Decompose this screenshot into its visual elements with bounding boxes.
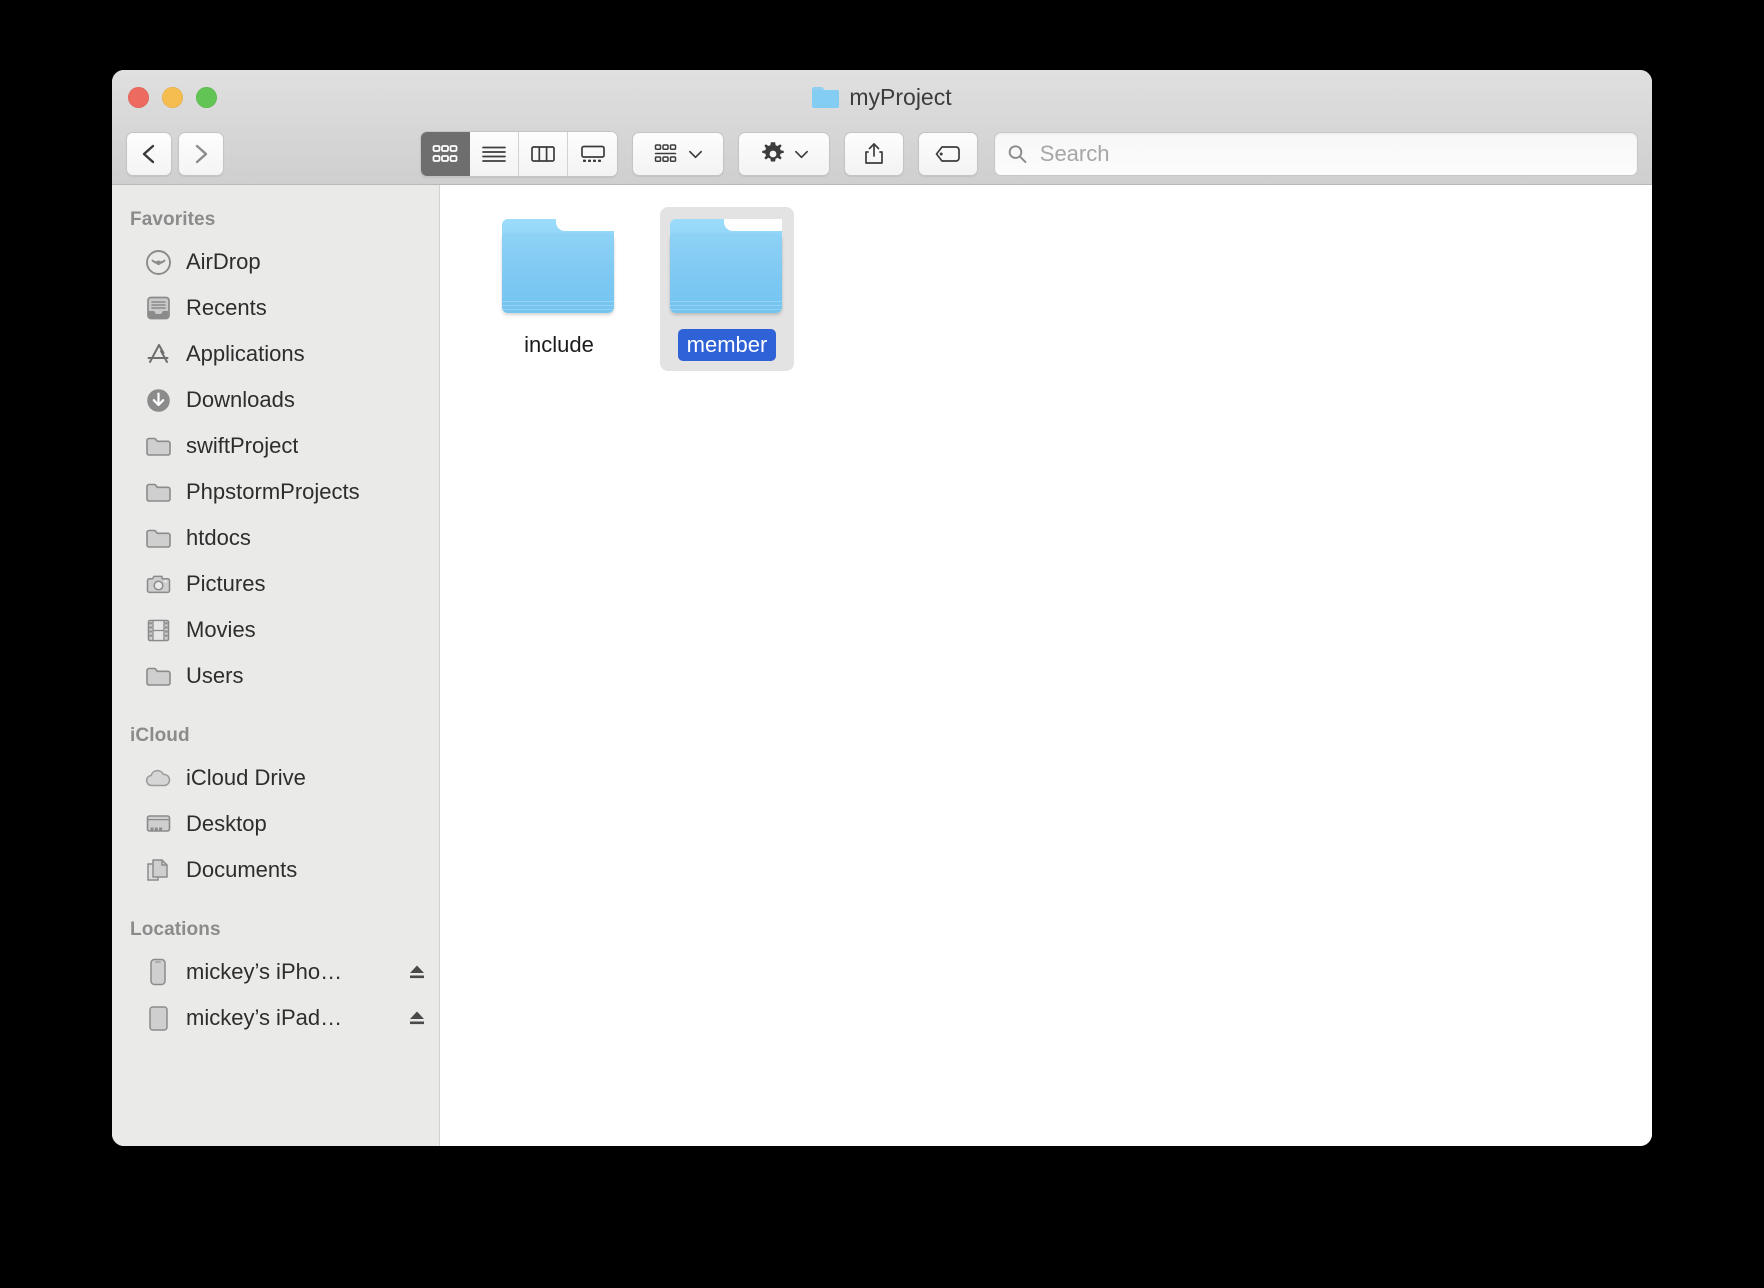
list-view-button[interactable] xyxy=(470,132,519,176)
sidebar-item-htdocs[interactable]: htdocs xyxy=(112,515,439,561)
folder-icon xyxy=(144,432,172,460)
window-body: Favorites AirDrop Recents Applications D… xyxy=(112,185,1652,1146)
folder-icon xyxy=(812,86,840,108)
share-button[interactable] xyxy=(844,132,904,176)
search-input[interactable] xyxy=(1037,140,1625,168)
gear-icon xyxy=(761,142,784,162)
arrange-icon xyxy=(654,144,676,162)
zoom-button[interactable] xyxy=(196,87,217,108)
chevron-down-icon xyxy=(794,150,808,158)
sidebar-item-label: mickey’s iPho… xyxy=(186,959,343,984)
sidebar-item-label: Downloads xyxy=(186,387,295,412)
file-grid-area[interactable]: include member xyxy=(440,185,1652,1146)
sidebar-item-desktop[interactable]: Desktop xyxy=(112,801,439,847)
sidebar-item-label: Applications xyxy=(186,341,305,366)
sidebar-item-label: PhpstormProjects xyxy=(186,479,360,504)
action-button[interactable] xyxy=(738,132,830,176)
chevron-left-icon xyxy=(142,144,155,164)
sidebar-section-favorites-header: Favorites xyxy=(130,209,216,230)
documents-icon xyxy=(144,856,172,884)
sidebar-item-documents[interactable]: Documents xyxy=(112,847,439,893)
sidebar-item-downloads[interactable]: Downloads xyxy=(112,377,439,423)
group-button[interactable] xyxy=(632,132,724,176)
sidebar-item-label: Users xyxy=(186,663,244,688)
share-icon xyxy=(865,143,883,164)
window-title: myProject xyxy=(112,80,1652,114)
chevron-right-icon xyxy=(195,144,208,164)
icon-grid: include member xyxy=(492,207,1652,371)
forward-button[interactable] xyxy=(178,132,224,176)
sidebar-item-label: Desktop xyxy=(186,811,267,836)
close-button[interactable] xyxy=(128,87,149,108)
folder-icon xyxy=(500,219,618,315)
icon-view-button[interactable] xyxy=(421,132,470,176)
gallery-icon xyxy=(580,145,605,162)
grid-icon xyxy=(432,145,458,162)
gallery-view-button[interactable] xyxy=(568,132,617,176)
sidebar-item-recents[interactable]: Recents xyxy=(112,285,439,331)
sidebar-item-label: Movies xyxy=(186,617,256,642)
sidebar-item-users[interactable]: Users xyxy=(112,653,439,699)
search-icon xyxy=(1008,145,1027,163)
minimize-button[interactable] xyxy=(162,87,183,108)
applications-icon xyxy=(144,340,172,368)
desktop-icon xyxy=(144,810,172,838)
sidebar-section-locations-header: Locations xyxy=(130,919,221,940)
sidebar-item-label: AirDrop xyxy=(186,249,261,274)
recents-icon xyxy=(144,294,172,322)
file-name-label: include xyxy=(524,332,594,357)
view-mode-segmented-control xyxy=(420,131,618,177)
camera-icon xyxy=(144,570,172,598)
titlebar: myProject xyxy=(112,70,1652,185)
sidebar-item-airdrop[interactable]: AirDrop xyxy=(112,239,439,285)
traffic-lights xyxy=(128,87,217,108)
back-button[interactable] xyxy=(126,132,172,176)
chevron-down-icon xyxy=(688,150,702,158)
sidebar-item-label: Pictures xyxy=(186,571,266,596)
search-field[interactable] xyxy=(994,132,1638,176)
sidebar-item-label: mickey’s iPad… xyxy=(186,1005,343,1030)
file-item-include[interactable]: include xyxy=(492,207,626,371)
page-title: myProject xyxy=(849,83,952,110)
eject-icon[interactable] xyxy=(407,1008,427,1028)
sidebar-item-label: iCloud Drive xyxy=(186,765,306,790)
sidebar-item-label: swiftProject xyxy=(186,433,299,458)
sidebar-section-icloud-header: iCloud xyxy=(130,725,190,746)
tag-icon xyxy=(935,146,960,162)
toolbar xyxy=(112,124,1652,184)
navigation-group xyxy=(126,132,224,176)
folder-icon xyxy=(144,524,172,552)
finder-window: myProject Search Favorites AirDrop Recen… xyxy=(112,70,1652,1146)
sidebar-item-swiftproject[interactable]: swiftProject xyxy=(112,423,439,469)
ipad-icon xyxy=(144,1004,172,1032)
sidebar-item-label: Recents xyxy=(186,295,267,320)
file-name-label: member xyxy=(677,329,777,361)
sidebar-item-icloud-drive[interactable]: iCloud Drive xyxy=(112,755,439,801)
folder-icon xyxy=(144,478,172,506)
iphone-icon xyxy=(144,958,172,986)
column-view-button[interactable] xyxy=(519,132,568,176)
sidebar-item-applications[interactable]: Applications xyxy=(112,331,439,377)
cloud-icon xyxy=(144,764,172,792)
sidebar-item-movies[interactable]: Movies xyxy=(112,607,439,653)
folder-icon xyxy=(144,662,172,690)
sidebar-item-mickeys-ipad[interactable]: mickey’s iPad… xyxy=(112,995,439,1041)
downloads-icon xyxy=(144,386,172,414)
film-icon xyxy=(144,616,172,644)
sidebar-item-phpstormprojects[interactable]: PhpstormProjects xyxy=(112,469,439,515)
sidebar-item-pictures[interactable]: Pictures xyxy=(112,561,439,607)
sidebar-item-label: htdocs xyxy=(186,525,251,550)
sidebar-item-label: Documents xyxy=(186,857,298,882)
columns-icon xyxy=(531,146,555,162)
eject-icon[interactable] xyxy=(407,962,427,982)
sidebar-item-mickeys-iphone[interactable]: mickey’s iPho… xyxy=(112,949,439,995)
file-item-member[interactable]: member xyxy=(660,207,794,371)
tags-button[interactable] xyxy=(918,132,978,176)
list-icon xyxy=(482,146,506,162)
folder-icon xyxy=(668,219,786,315)
airdrop-icon xyxy=(144,248,172,276)
sidebar: Favorites AirDrop Recents Applications D… xyxy=(112,185,440,1146)
